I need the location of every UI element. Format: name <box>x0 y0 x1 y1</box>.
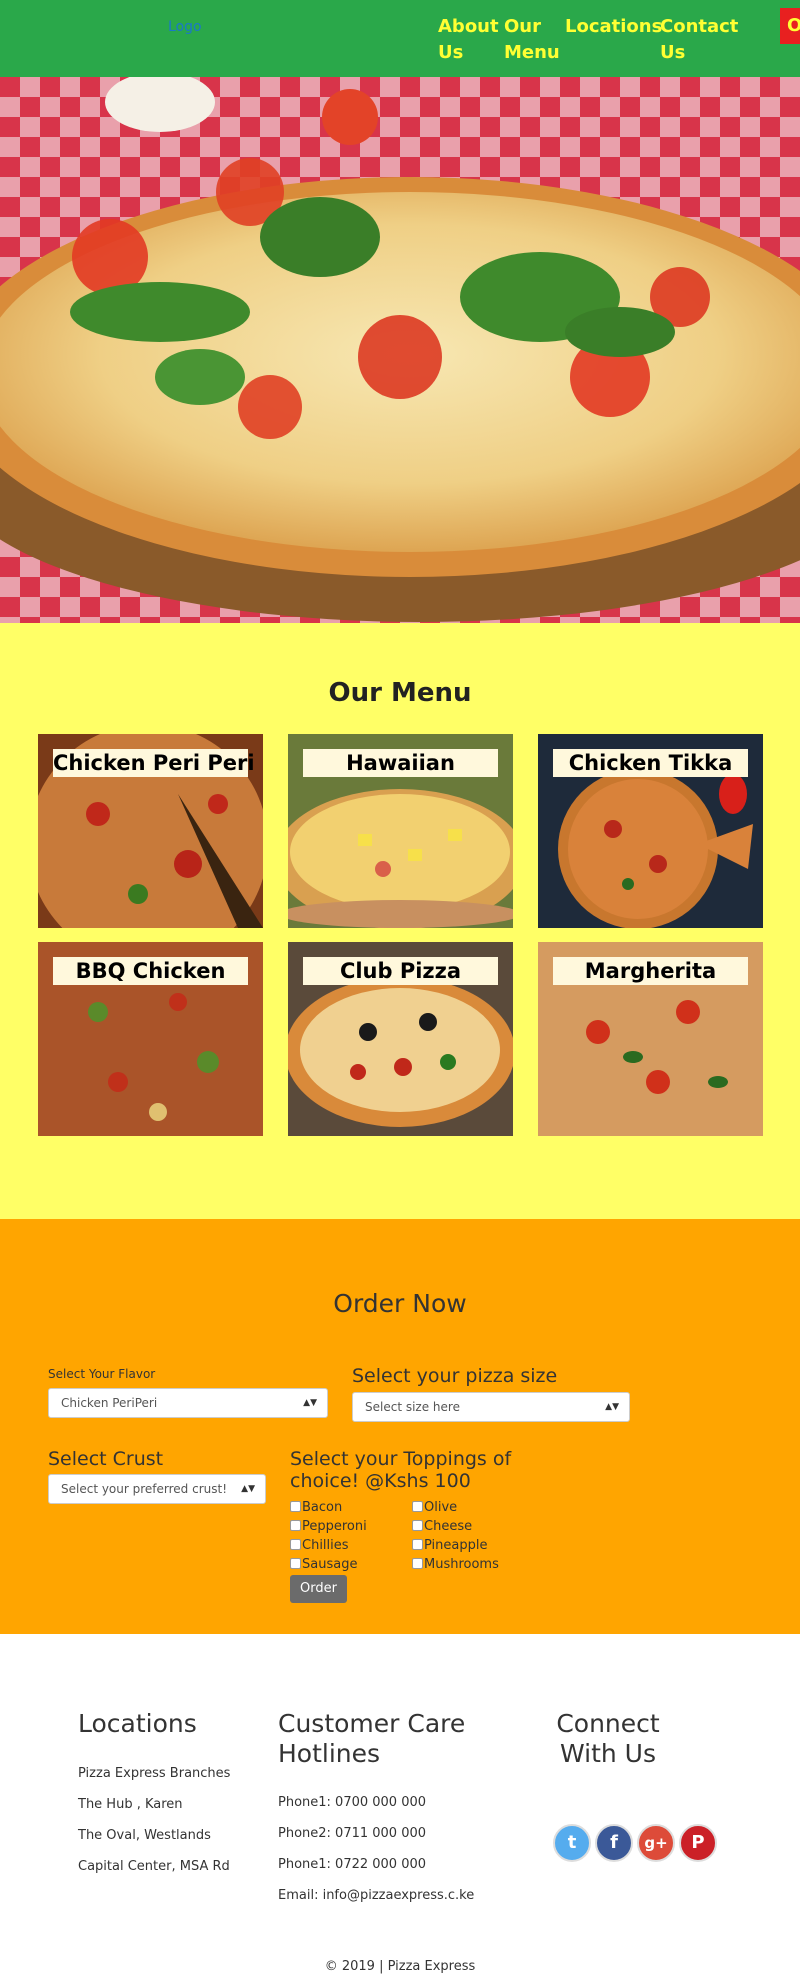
checkbox[interactable] <box>290 1558 301 1569</box>
flavor-label: Select Your Flavor <box>48 1367 156 1381</box>
order-submit-button[interactable]: Order <box>290 1575 347 1603</box>
hotline-item: Phone2: 0711 000 000 <box>278 1826 427 1841</box>
nav-link-contact-us[interactable]: Contact Us <box>660 14 740 66</box>
menu-section: Our Menu Chicken Peri Peri Hawaiian Chic… <box>0 623 800 1219</box>
size-select-value: Select size here <box>365 1400 460 1414</box>
topping-bacon[interactable]: Bacon <box>290 1500 342 1516</box>
size-label: Select your pizza size <box>352 1365 558 1387</box>
menu-item-name: Hawaiian <box>303 749 498 777</box>
topping-cheese[interactable]: Cheese <box>412 1519 472 1535</box>
flavor-select-value: Chicken PeriPeri <box>61 1396 158 1410</box>
menu-card-chicken-tikka[interactable]: Chicken Tikka <box>538 734 763 928</box>
menu-card-chicken-peri-peri[interactable]: Chicken Peri Peri <box>38 734 263 928</box>
navbar: Logo About Us Our Menu Locations Contact… <box>0 0 800 77</box>
location-item: The Hub , Karen <box>78 1797 183 1812</box>
menu-item-name: Chicken Tikka <box>553 749 748 777</box>
nav-order-button[interactable]: Order <box>780 8 800 44</box>
menu-item-name: BBQ Chicken <box>53 957 248 985</box>
footer-hotlines-title: Customer Care Hotlines <box>278 1709 466 1768</box>
copyright: © 2019 | Pizza Express <box>324 1959 476 1974</box>
nav-link-our-menu[interactable]: Our Menu <box>504 14 564 66</box>
facebook-icon[interactable]: f <box>595 1824 633 1862</box>
order-title: Order Now <box>333 1289 467 1318</box>
menu-card-club-pizza[interactable]: Club Pizza <box>288 942 513 1136</box>
menu-card-margherita[interactable]: Margherita <box>538 942 763 1136</box>
menu-item-name: Margherita <box>553 957 748 985</box>
order-section: Order Now Select Your Flavor Chicken Per… <box>0 1219 800 1634</box>
checkbox[interactable] <box>412 1558 423 1569</box>
logo[interactable]: Logo <box>168 19 202 35</box>
toppings-label: Select your Toppings of choice! @Kshs 10… <box>290 1448 512 1492</box>
menu-card-hawaiian[interactable]: Hawaiian <box>288 734 513 928</box>
select-caret-icon: ▲▼ <box>303 1398 317 1408</box>
checkbox[interactable] <box>412 1501 423 1512</box>
location-item: Capital Center, MSA Rd <box>78 1859 230 1874</box>
hero-pizza-illustration <box>0 77 800 623</box>
checkbox[interactable] <box>412 1520 423 1531</box>
nav-link-locations[interactable]: Locations <box>565 14 662 40</box>
footer-connect-title: Connect With Us <box>556 1709 660 1768</box>
pinterest-icon[interactable]: P <box>679 1824 717 1862</box>
hero-image <box>0 77 800 623</box>
crust-label: Select Crust <box>48 1448 164 1470</box>
twitter-icon[interactable]: t <box>553 1824 591 1862</box>
hotline-item: Phone1: 0722 000 000 <box>278 1857 427 1872</box>
checkbox[interactable] <box>412 1539 423 1550</box>
footer-locations-title: Locations <box>78 1709 197 1738</box>
location-item: The Oval, Westlands <box>78 1828 211 1843</box>
menu-item-name: Club Pizza <box>303 957 498 985</box>
select-caret-icon: ▲▼ <box>241 1484 255 1494</box>
hotline-email[interactable]: Email: info@pizzaexpress.c.ke <box>278 1888 474 1903</box>
topping-pineapple[interactable]: Pineapple <box>412 1538 487 1554</box>
topping-olive[interactable]: Olive <box>412 1500 457 1516</box>
size-select[interactable]: Select size here ▲▼ <box>352 1392 630 1422</box>
topping-chillies[interactable]: Chillies <box>290 1538 349 1554</box>
menu-card-bbq-chicken[interactable]: BBQ Chicken <box>38 942 263 1136</box>
topping-pepperoni[interactable]: Pepperoni <box>290 1519 367 1535</box>
crust-select-value: Select your preferred crust! <box>61 1482 228 1496</box>
topping-mushrooms[interactable]: Mushrooms <box>412 1557 499 1573</box>
menu-title: Our Menu <box>328 678 472 708</box>
nav-link-about-us[interactable]: About Us <box>438 14 499 66</box>
checkbox[interactable] <box>290 1501 301 1512</box>
select-caret-icon: ▲▼ <box>605 1402 619 1412</box>
checkbox[interactable] <box>290 1539 301 1550</box>
google-plus-icon[interactable]: g+ <box>637 1824 675 1862</box>
hotline-item: Phone1: 0700 000 000 <box>278 1795 427 1810</box>
checkbox[interactable] <box>290 1520 301 1531</box>
flavor-select[interactable]: Chicken PeriPeri ▲▼ <box>48 1388 328 1418</box>
location-item: Pizza Express Branches <box>78 1766 231 1781</box>
topping-sausage[interactable]: Sausage <box>290 1557 357 1573</box>
crust-select[interactable]: Select your preferred crust! ▲▼ <box>48 1474 266 1504</box>
menu-item-name: Chicken Peri Peri <box>53 749 255 777</box>
